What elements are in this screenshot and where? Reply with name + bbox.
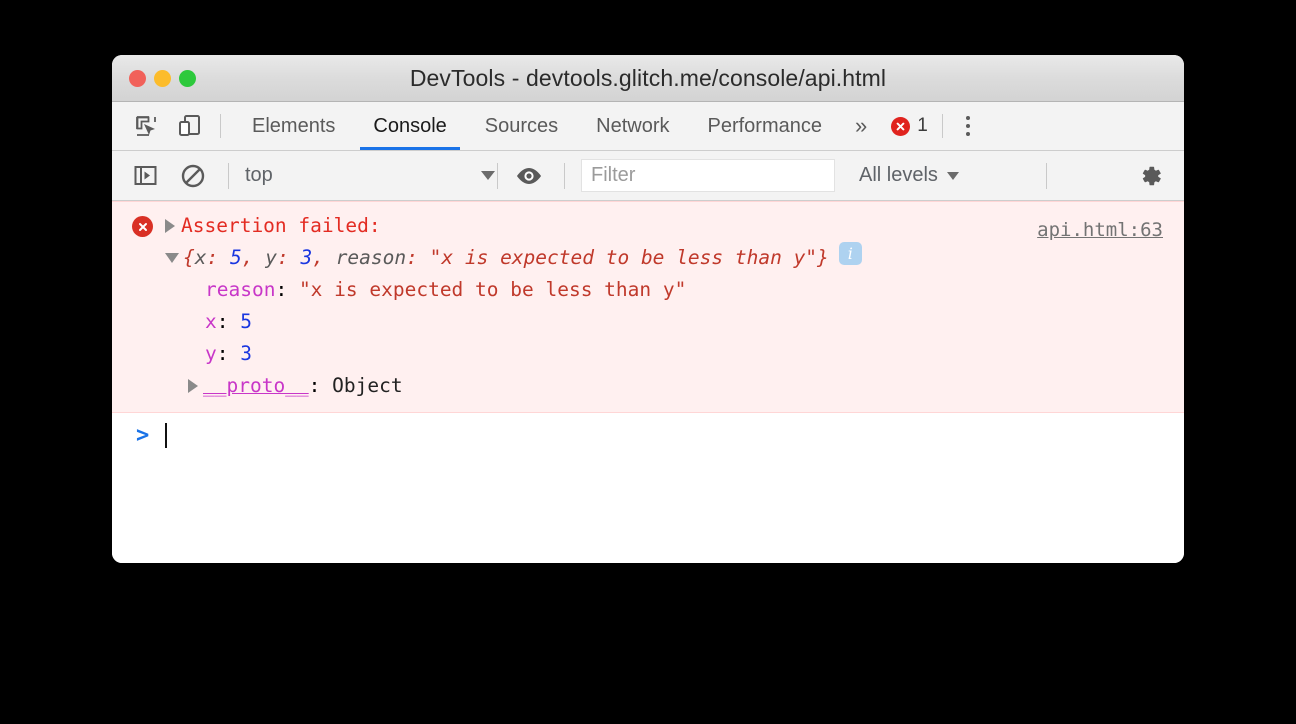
proto-row[interactable]: __proto__: Object — [112, 370, 1184, 402]
preview-open-brace: { — [183, 246, 195, 269]
window-title: DevTools - devtools.glitch.me/console/ap… — [409, 64, 887, 91]
property-colon: : — [216, 310, 241, 333]
preview-key-reason: reason — [335, 246, 407, 269]
gear-icon[interactable] — [1134, 160, 1166, 192]
more-tabs-button[interactable]: » — [841, 102, 881, 150]
source-link[interactable]: api.html:63 — [1037, 214, 1163, 246]
error-count-badge[interactable]: 1 — [881, 102, 932, 150]
tabbar-icons — [112, 102, 204, 150]
object-preview: {x: 5, y: 3, reason: "x is expected to b… — [183, 246, 829, 269]
preview-key-x: x — [194, 246, 207, 269]
traffic-lights — [129, 55, 196, 101]
property-colon: : — [275, 278, 299, 301]
property-value-x: 5 — [240, 310, 252, 333]
property-key-reason: reason — [205, 278, 276, 301]
proto-value: Object — [332, 374, 403, 397]
error-title-row[interactable]: Assertion failed: — [112, 210, 1184, 242]
live-expression-eye-icon[interactable] — [514, 161, 544, 191]
text-caret — [165, 422, 168, 448]
chevron-down-icon — [481, 171, 495, 180]
error-count-label: 1 — [917, 115, 928, 136]
tabbar-divider-2 — [941, 114, 943, 138]
console-toolbar: top Filter All levels — [112, 151, 1184, 201]
panel-tabs: Elements Console Sources Network Perform… — [233, 102, 841, 150]
error-circle-icon — [891, 116, 911, 136]
property-row[interactable]: reason: "x is expected to be less than y… — [112, 274, 1184, 306]
execution-context-label: top — [245, 164, 273, 186]
tabbar-divider — [220, 114, 221, 138]
property-colon: : — [216, 342, 241, 365]
console-prompt[interactable]: > — [112, 413, 1184, 457]
chevron-right-icon[interactable] — [165, 219, 175, 233]
log-level-label: All levels — [859, 164, 938, 186]
tab-sources[interactable]: Sources — [466, 102, 577, 150]
error-circle-icon — [132, 216, 153, 237]
toolbar-divider-1 — [228, 162, 229, 189]
prompt-chevron-icon: > — [136, 422, 150, 448]
proto-colon: : — [308, 374, 333, 397]
clear-console-icon[interactable] — [178, 161, 208, 191]
tab-network[interactable]: Network — [577, 102, 688, 150]
filter-input[interactable]: Filter — [581, 159, 835, 192]
preview-close-brace: } — [817, 246, 829, 269]
error-title: Assertion failed: — [181, 214, 381, 237]
inspect-element-icon[interactable] — [132, 112, 160, 140]
execution-context-select[interactable]: top — [245, 164, 495, 187]
chevron-down-icon — [946, 171, 959, 180]
chevron-right-icon[interactable] — [188, 379, 198, 393]
kebab-menu-icon[interactable] — [953, 102, 983, 150]
preview-value-reason: "x is expected to be less than y" — [429, 246, 818, 269]
tab-console[interactable]: Console — [354, 102, 465, 150]
preview-value-y: 3 — [300, 246, 313, 269]
tab-elements[interactable]: Elements — [233, 102, 354, 150]
property-row[interactable]: y: 3 — [112, 338, 1184, 370]
toolbar-divider-3 — [564, 162, 565, 189]
window-titlebar: DevTools - devtools.glitch.me/console/ap… — [112, 55, 1184, 102]
maximize-window-button[interactable] — [179, 69, 196, 87]
property-row[interactable]: x: 5 — [112, 306, 1184, 338]
log-level-select[interactable]: All levels — [859, 164, 959, 187]
toolbar-divider-2 — [497, 162, 498, 189]
property-value-reason: "x is expected to be less than y" — [298, 278, 687, 301]
devtools-tabbar: Elements Console Sources Network Perform… — [112, 102, 1184, 151]
console-body: api.html:63 Assertion failed: {x: 5, y: … — [112, 201, 1184, 563]
property-key-x: x — [205, 310, 217, 333]
property-value-y: 3 — [240, 342, 252, 365]
device-toolbar-icon[interactable] — [176, 112, 204, 140]
console-sidebar-icon[interactable] — [130, 161, 160, 191]
object-preview-row[interactable]: {x: 5, y: 3, reason: "x is expected to b… — [112, 242, 1184, 274]
tab-performance[interactable]: Performance — [689, 102, 842, 150]
chevron-down-icon[interactable] — [165, 253, 179, 263]
preview-value-x: 5 — [229, 246, 242, 269]
toolbar-divider-4 — [1045, 162, 1047, 189]
console-error-message[interactable]: api.html:63 Assertion failed: {x: 5, y: … — [112, 201, 1184, 413]
close-window-button[interactable] — [129, 69, 146, 87]
info-badge-icon[interactable]: i — [838, 242, 862, 265]
property-key-y: y — [205, 342, 217, 365]
preview-key-y: y — [265, 246, 277, 269]
devtools-window: DevTools - devtools.glitch.me/console/ap… — [112, 55, 1184, 563]
proto-key: __proto__ — [203, 374, 309, 397]
minimize-window-button[interactable] — [154, 69, 171, 87]
